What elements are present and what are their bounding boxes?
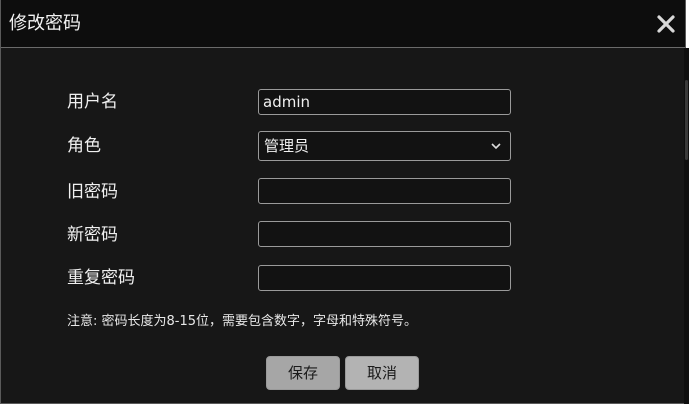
cancel-button[interactable]: 取消 <box>345 356 419 390</box>
dialog-title: 修改密码 <box>9 13 81 34</box>
scrollbar-thumb[interactable] <box>685 80 688 160</box>
confirm-password-label: 重复密码 <box>67 268 135 288</box>
username-input[interactable] <box>258 89 511 115</box>
username-label: 用户名 <box>67 92 118 112</box>
role-select-value: 管理员 <box>264 137 310 155</box>
chevron-down-icon <box>491 143 501 150</box>
new-password-input[interactable] <box>258 221 511 247</box>
confirm-password-input[interactable] <box>258 265 511 291</box>
role-select[interactable]: 管理员 <box>258 131 511 161</box>
change-password-dialog: 修改密码 用户名 角色 管理员 旧密码 新密码 重复密码 注意: 密码长度为8-… <box>0 0 686 404</box>
old-password-label: 旧密码 <box>67 182 118 202</box>
dialog-titlebar: 修改密码 <box>1 0 685 48</box>
new-password-label: 新密码 <box>67 225 118 245</box>
role-label: 角色 <box>67 136 101 156</box>
old-password-input[interactable] <box>258 178 511 204</box>
close-icon[interactable] <box>654 12 678 36</box>
password-rule-note: 注意: 密码长度为8-15位，需要包含数字，字母和特殊符号。 <box>67 314 418 329</box>
save-button[interactable]: 保存 <box>266 356 340 390</box>
close-icon-glyph <box>657 15 675 33</box>
